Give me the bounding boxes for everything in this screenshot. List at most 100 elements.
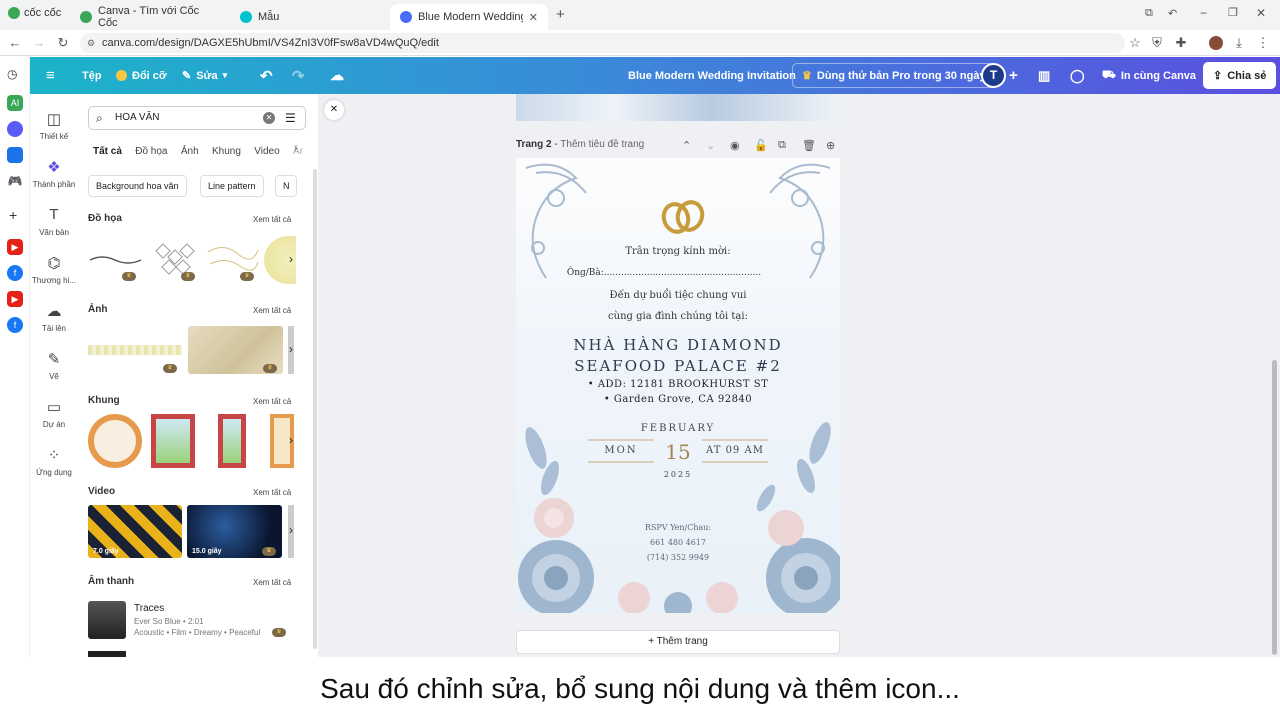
tab-all[interactable]: Tất cả (93, 146, 122, 157)
doc-title[interactable]: Blue Modern Wedding Invitation (628, 57, 796, 94)
rsvp-phone[interactable]: 661 480 4617 (516, 538, 840, 547)
graphic-thumbnail[interactable]: ♛ (88, 236, 143, 284)
file-menu-button[interactable]: Tệp (82, 57, 102, 94)
shield-icon[interactable]: ⛨ (1148, 34, 1166, 52)
search-input[interactable]: ⌕ HOA VĂN ✕ ☰ (88, 106, 306, 130)
suggestion-chip[interactable]: Line pattern (200, 175, 264, 197)
extensions-icon[interactable]: ✚ (1172, 34, 1190, 52)
pro-trial-button[interactable]: ♛ Dùng thử bản Pro trong 30 ngày (792, 63, 996, 88)
chevron-right-icon[interactable]: › (289, 433, 293, 447)
suggestion-chip[interactable]: Background hoa văn (88, 175, 187, 197)
add-page-button[interactable]: + Thêm trang (516, 630, 840, 654)
add-page-icon[interactable]: ⊕ (826, 139, 835, 152)
back-history-icon[interactable]: ↶ (1168, 7, 1177, 20)
screenshot-icon[interactable]: ⧉ (1145, 7, 1153, 20)
nav-text[interactable]: T Văn bản (30, 206, 78, 237)
add-collaborator-icon[interactable]: + (1009, 57, 1018, 94)
nav-design[interactable]: ◫ Thiết kế (30, 110, 78, 141)
comment-icon[interactable]: ◯ (1070, 57, 1085, 94)
video-thumbnail[interactable]: 15.0 giây ♛ (187, 505, 282, 558)
facebook-icon[interactable]: f (7, 265, 23, 281)
bookmark-star-icon[interactable]: ☆ (1126, 34, 1144, 52)
see-all-photos[interactable]: Xem tất cả (253, 306, 291, 315)
duplicate-icon[interactable]: ⧉ (778, 139, 786, 152)
date-year[interactable]: 2025 (516, 470, 840, 479)
new-tab-icon[interactable]: + (556, 6, 565, 23)
chevron-up-icon[interactable]: ⌃ (682, 139, 691, 152)
nav-brand[interactable]: ⌬ Thương hi... (30, 254, 78, 285)
date-month[interactable]: FEBRUARY (516, 423, 840, 434)
previous-page-bottom[interactable] (516, 94, 840, 121)
edit-mode-button[interactable]: ✎ Sửa ▾ (182, 57, 227, 94)
see-all-videos[interactable]: Xem tất cả (253, 488, 291, 497)
tab-graphics[interactable]: Đồ họa (135, 146, 167, 157)
download-icon[interactable]: ⤓ (1230, 34, 1248, 52)
venue-name[interactable]: SEAFOOD PALACE #2 (516, 357, 840, 375)
zalo-icon[interactable] (7, 147, 23, 163)
photo-thumbnail[interactable]: ♛ (188, 326, 283, 374)
redo-icon[interactable]: ↷ (292, 57, 305, 94)
invite-guest-line[interactable]: Ông/Bà:.................................… (516, 268, 826, 278)
tab-photos[interactable]: Ảnh (181, 146, 199, 157)
photo-thumbnail[interactable]: ♛ (88, 326, 182, 374)
undo-icon[interactable]: ↶ (260, 57, 273, 94)
invite-greeting[interactable]: Trân trọng kính mời: (516, 246, 840, 257)
page-title-input[interactable]: Thêm tiêu đề trang (560, 139, 644, 150)
frame-thumbnail[interactable] (151, 414, 195, 468)
nav-apps[interactable]: ⁘ Ứng dụng (30, 446, 78, 477)
see-all-graphics[interactable]: Xem tất cả (253, 215, 291, 224)
date-weekday[interactable]: MON (588, 445, 654, 456)
menu-icon[interactable]: ≡ (46, 57, 55, 94)
browser-tab-active[interactable]: Blue Modern Wedding Invitati ✕ (390, 4, 548, 30)
messenger-icon[interactable] (7, 121, 23, 137)
browser-tab[interactable]: Canva - Tìm với Cốc Cốc (70, 4, 230, 30)
graphic-thumbnail[interactable]: ♛ (204, 236, 260, 284)
nav-elements[interactable]: ❖ Thành phần (30, 158, 78, 189)
date-time[interactable]: AT 09 AM (702, 445, 768, 456)
history-icon[interactable]: ◷ (7, 67, 17, 81)
game-icon[interactable]: 🎮 (7, 173, 23, 189)
back-icon[interactable]: ← (6, 34, 24, 52)
share-button[interactable]: ⇪ Chia sẻ (1203, 62, 1277, 89)
browser-menu-icon[interactable]: ⋮ (1254, 34, 1272, 52)
nav-upload[interactable]: ☁ Tải lên (30, 302, 78, 333)
editor-scrollbar[interactable] (1272, 360, 1277, 655)
nav-draw[interactable]: ✎ Vẽ (30, 350, 78, 381)
forward-icon[interactable]: → (30, 34, 48, 52)
facebook-icon[interactable]: f (7, 317, 23, 333)
insights-icon[interactable]: ▥ (1038, 57, 1050, 94)
venue-name[interactable]: NHÀ HÀNG DIAMOND (516, 336, 840, 354)
print-button[interactable]: ⛟ In cùng Canva (1102, 57, 1196, 94)
invite-text[interactable]: cùng gia đình chúng tôi tại: (516, 311, 840, 322)
invitation-page[interactable]: Trân trọng kính mời: Ông/Bà:............… (516, 158, 840, 613)
video-thumbnail[interactable]: 7.0 giây (88, 505, 182, 558)
delete-icon[interactable]: 🗑 (802, 139, 816, 152)
ai-icon[interactable]: AI (7, 95, 23, 111)
site-info-icon[interactable]: ⚙ (87, 33, 95, 53)
maximize-icon[interactable]: ❐ (1228, 6, 1238, 19)
graphic-thumbnail[interactable]: ♛ (148, 236, 200, 284)
user-avatar[interactable]: T (981, 63, 1006, 88)
close-window-icon[interactable]: ✕ (1256, 6, 1266, 20)
reload-icon[interactable]: ↻ (54, 34, 72, 52)
frame-thumbnail[interactable] (88, 414, 142, 468)
browser-logo[interactable]: cốc cốc (8, 7, 61, 19)
audio-item[interactable]: Traces Ever So Blue • 2:01 Acoustic • Fi… (88, 601, 298, 641)
cloud-save-icon[interactable]: ☁ (330, 57, 344, 94)
hide-page-icon[interactable]: ◉ (730, 139, 740, 152)
chevron-down-icon[interactable]: ⌄ (706, 139, 715, 152)
filter-icon[interactable]: ☰ (285, 107, 296, 129)
close-panel-icon[interactable]: ✕ (324, 100, 344, 120)
youtube-icon[interactable]: ▶ (7, 239, 23, 255)
tab-close-icon[interactable]: ✕ (529, 11, 538, 24)
frame-thumbnail[interactable] (218, 414, 246, 468)
add-sidebar-icon[interactable]: + (9, 207, 17, 223)
profile-avatar[interactable] (1209, 36, 1223, 50)
see-all-frames[interactable]: Xem tất cả (253, 397, 291, 406)
browser-tab[interactable]: Mẫu (230, 4, 390, 30)
suggestion-chip[interactable]: N (275, 175, 297, 197)
url-field[interactable]: ⚙ canva.com/design/DAGXE5hUbmI/VS4ZnI3V0… (80, 33, 1125, 53)
rsvp-phone[interactable]: (714) 352 9949 (516, 553, 840, 562)
chevron-right-icon[interactable]: › (289, 523, 293, 537)
address-line[interactable]: • ADD: 12181 BROOKHURST ST (516, 379, 840, 390)
